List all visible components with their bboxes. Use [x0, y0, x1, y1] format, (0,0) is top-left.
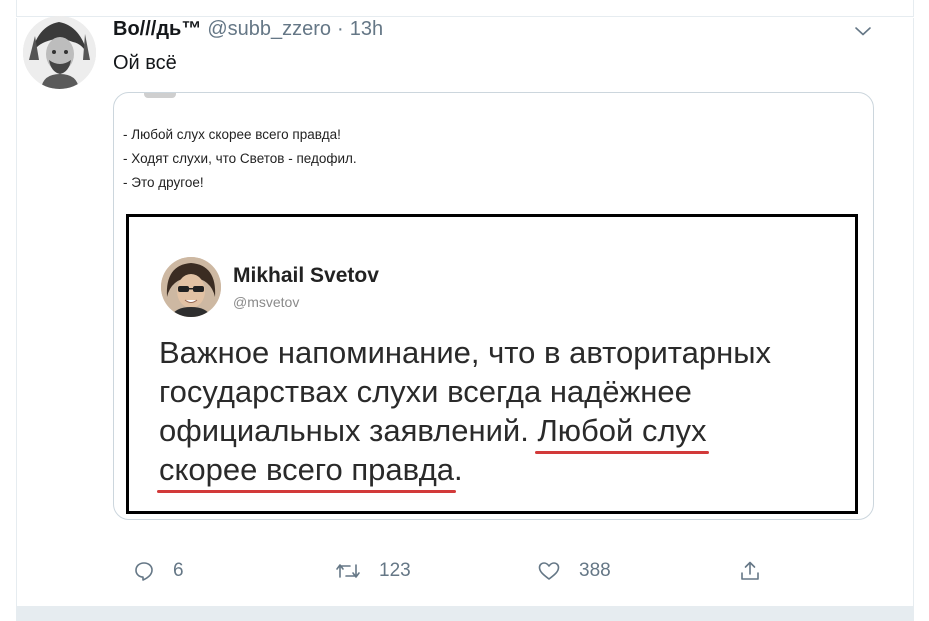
heart-icon [538, 562, 560, 580]
tweet-text: Ой всё [113, 52, 177, 74]
retweet-button[interactable]: 123 [335, 560, 411, 582]
quoted-text-segment: официальных заявлений. [159, 413, 529, 448]
quoted-text: Важное напоминание, что в авторитарных г… [156, 333, 855, 493]
share-button[interactable] [739, 560, 761, 582]
cropped-fragment [144, 93, 176, 98]
retweet-count: 123 [379, 560, 411, 581]
retweet-icon [336, 564, 360, 578]
dialog-line: - Любой слух скорее всего правда! [123, 127, 341, 142]
quoted-text-line: государствах слухи всегда надёжнее [159, 374, 692, 409]
quoted-name: Mikhail Svetov [233, 264, 379, 287]
person-portrait-icon [161, 257, 221, 317]
dialog-line: - Ходят слухи, что Светов - педофил. [123, 151, 357, 166]
reply-button[interactable]: 6 [133, 560, 184, 582]
tweet-header: Во///дь™ @subb_zzero · 13h [113, 18, 383, 42]
separator-dot: · [337, 18, 344, 40]
quoted-handle: @msvetov [233, 294, 300, 310]
tweet-actions: 6 123 388 [113, 560, 793, 590]
previous-tweet-edge [16, 0, 914, 17]
meme-dialog: - Любой слух скорее всего правда! - Ходя… [123, 123, 357, 195]
like-button[interactable]: 388 [537, 560, 611, 582]
underlined-phrase: Любой слух [535, 413, 709, 454]
timeline-divider [16, 606, 914, 621]
avatar[interactable] [23, 16, 96, 89]
quoted-avatar [161, 257, 221, 317]
quoted-text-line: официальных заявлений. Любой слух [159, 411, 855, 454]
tweet-media[interactable]: - Любой слух скорее всего правда! - Ходя… [113, 92, 874, 520]
chevron-down-icon [855, 27, 871, 36]
dialog-line: - Это другое! [123, 175, 204, 190]
underlined-phrase: скорее всего правда [156, 452, 457, 493]
share-icon [741, 561, 759, 580]
display-name[interactable]: Во///дь™ [113, 18, 201, 41]
quoted-text-line: скорее всего правда. [156, 450, 855, 493]
user-handle[interactable]: @subb_zzero [207, 18, 331, 41]
more-options-button[interactable] [852, 20, 874, 42]
quoted-tweet-screenshot: Mikhail Svetov @msvetov Важное напоминан… [126, 214, 858, 514]
like-count: 388 [579, 560, 611, 581]
reply-icon [135, 562, 153, 581]
avatar-portrait-icon [23, 16, 96, 89]
reply-count: 6 [173, 560, 184, 581]
timestamp[interactable]: 13h [350, 18, 383, 41]
quoted-text-line: Важное напоминание, что в авторитарных [159, 335, 771, 370]
quoted-text-segment: . [454, 452, 463, 487]
